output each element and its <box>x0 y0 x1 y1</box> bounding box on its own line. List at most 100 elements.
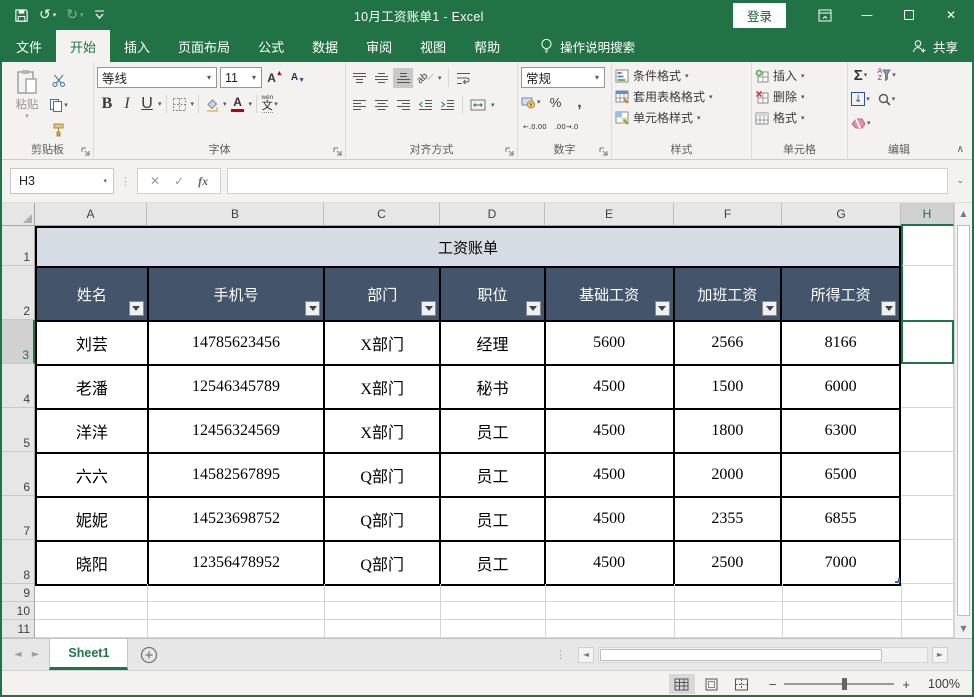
phonetic-guide-button[interactable]: wén文▾ <box>260 94 280 114</box>
table-header-cell[interactable]: 职位 <box>441 268 546 322</box>
table-cell[interactable]: 员工 <box>441 454 546 498</box>
align-top-button[interactable] <box>349 68 369 88</box>
cut-button[interactable] <box>49 70 69 90</box>
filter-button[interactable] <box>881 301 896 316</box>
table-cell[interactable]: 4500 <box>546 366 675 410</box>
table-cell[interactable]: 8166 <box>782 322 901 366</box>
tab-review[interactable]: 审阅 <box>352 30 406 62</box>
increase-decimal-button[interactable]: ←.0.00 <box>523 115 547 135</box>
column-header-b[interactable]: B <box>147 203 324 226</box>
fill-color-button[interactable] <box>202 94 222 114</box>
align-middle-button[interactable] <box>371 68 391 88</box>
formula-input[interactable] <box>227 168 948 194</box>
empty-rows[interactable] <box>35 584 954 638</box>
align-bottom-button[interactable] <box>393 68 413 88</box>
table-cell[interactable]: X部门 <box>325 366 441 410</box>
row-header-1[interactable]: 1 <box>2 226 35 266</box>
horizontal-scrollbar[interactable]: ⋮ ◄ ► <box>555 639 972 670</box>
filter-button[interactable] <box>526 301 541 316</box>
zoom-slider-thumb[interactable] <box>842 678 847 690</box>
row-header-6[interactable]: 6 <box>2 452 35 496</box>
font-dialog-launcher[interactable] <box>333 147 342 156</box>
table-cell[interactable]: 12356478952 <box>149 542 326 586</box>
column-header-d[interactable]: D <box>440 203 545 226</box>
table-cell[interactable]: 2566 <box>675 322 783 366</box>
borders-button[interactable] <box>170 94 190 114</box>
table-cell[interactable]: 12456324569 <box>149 410 326 454</box>
formula-bar-handle[interactable]: ⋮ <box>120 175 131 188</box>
align-right-button[interactable] <box>393 95 413 115</box>
table-cell[interactable]: 14523698752 <box>149 498 326 542</box>
tab-formulas[interactable]: 公式 <box>244 30 298 62</box>
tab-file[interactable]: 文件 <box>2 30 56 62</box>
font-color-button[interactable]: A <box>228 94 248 114</box>
normal-view-button[interactable] <box>669 674 695 694</box>
table-cell[interactable]: Q部门 <box>325 454 441 498</box>
row-header-5[interactable]: 5 <box>2 408 35 452</box>
vertical-scroll-thumb[interactable] <box>957 225 970 616</box>
table-cell[interactable]: 6300 <box>782 410 901 454</box>
align-left-button[interactable] <box>349 95 369 115</box>
bold-button[interactable]: B <box>97 94 117 114</box>
increase-indent-button[interactable] <box>437 95 457 115</box>
tab-home[interactable]: 开始 <box>56 30 110 62</box>
column-header-g[interactable]: G <box>782 203 901 226</box>
insert-cells-button[interactable]: 插入▾ <box>755 65 844 86</box>
tab-view[interactable]: 视图 <box>406 30 460 62</box>
cell-h2[interactable] <box>901 266 954 320</box>
zoom-in-button[interactable]: + <box>902 677 910 692</box>
column-header-h[interactable]: H <box>901 203 954 226</box>
table-cell[interactable]: 1500 <box>675 366 783 410</box>
vertical-scrollbar[interactable]: ▲ ▼ <box>954 203 972 638</box>
page-layout-view-button[interactable] <box>699 674 725 694</box>
cell-h6[interactable] <box>901 452 954 496</box>
accounting-format-button[interactable]: ▾ <box>521 92 542 112</box>
table-header-cell[interactable]: 姓名 <box>37 268 149 322</box>
find-select-button[interactable]: ▾ <box>877 89 897 109</box>
select-all-button[interactable] <box>2 203 35 226</box>
table-cell[interactable]: 2000 <box>675 454 783 498</box>
filter-button[interactable] <box>129 301 144 316</box>
table-cell[interactable]: 员工 <box>441 498 546 542</box>
next-sheet-button[interactable]: ► <box>32 649 40 660</box>
scroll-down-icon[interactable]: ▼ <box>955 618 972 638</box>
row-header-2[interactable]: 2 <box>2 266 35 320</box>
collapse-ribbon-button[interactable]: ∧ <box>957 144 964 155</box>
row-header-3[interactable]: 3 <box>2 320 35 364</box>
table-cell[interactable]: 六六 <box>37 454 149 498</box>
table-header-cell[interactable]: 基础工资 <box>546 268 675 322</box>
wrap-text-button[interactable] <box>454 68 474 88</box>
table-cell[interactable]: X部门 <box>325 322 441 366</box>
customize-qat-button[interactable] <box>94 10 105 20</box>
table-cell[interactable]: 员工 <box>441 542 546 586</box>
table-cell[interactable]: 经理 <box>441 322 546 366</box>
autosum-button[interactable]: Σ▾ <box>851 65 871 85</box>
tab-page-layout[interactable]: 页面布局 <box>164 30 244 62</box>
tell-me-search[interactable]: 操作说明搜索 <box>540 30 635 62</box>
table-cell[interactable]: 14582567895 <box>149 454 326 498</box>
name-box[interactable]: H3▾ <box>10 168 114 194</box>
table-cell[interactable]: 4500 <box>546 454 675 498</box>
tab-insert[interactable]: 插入 <box>110 30 164 62</box>
clipboard-dialog-launcher[interactable] <box>81 147 90 156</box>
column-header-a[interactable]: A <box>35 203 147 226</box>
scroll-right-icon[interactable]: ► <box>932 647 948 663</box>
row-header-4[interactable]: 4 <box>2 364 35 408</box>
cell-h4[interactable] <box>901 364 954 408</box>
table-cell[interactable]: 4500 <box>546 498 675 542</box>
table-header-cell[interactable]: 所得工资 <box>782 268 901 322</box>
conditional-formatting-button[interactable]: 条件格式▾ <box>615 65 748 86</box>
filter-button[interactable] <box>762 301 777 316</box>
tab-data[interactable]: 数据 <box>298 30 352 62</box>
expand-formula-bar-button[interactable]: ⌄ <box>954 176 966 186</box>
sheet-tab-sheet1[interactable]: Sheet1 <box>49 639 128 670</box>
number-dialog-launcher[interactable] <box>599 147 608 156</box>
table-cell[interactable]: 妮妮 <box>37 498 149 542</box>
comma-style-button[interactable]: , <box>570 92 590 112</box>
cell-h8[interactable] <box>901 540 954 584</box>
table-header-cell[interactable]: 加班工资 <box>675 268 783 322</box>
zoom-slider[interactable] <box>784 683 894 685</box>
format-as-table-button[interactable]: 套用表格格式▾ <box>615 86 748 107</box>
table-header-cell[interactable]: 部门 <box>325 268 441 322</box>
delete-cells-button[interactable]: 删除▾ <box>755 86 844 107</box>
